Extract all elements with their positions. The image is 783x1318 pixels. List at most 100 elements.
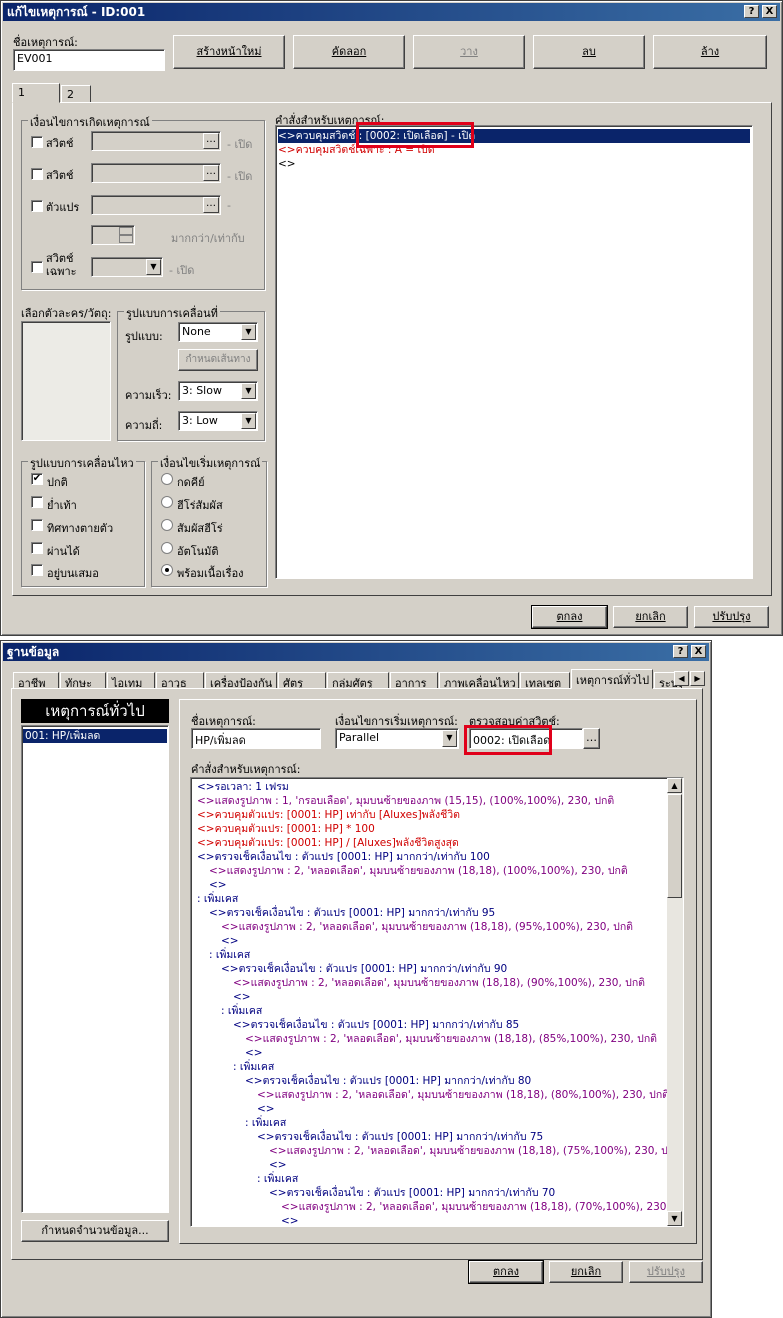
- option-stepping-checkbox[interactable]: [31, 496, 43, 508]
- trigger-autorun-radio[interactable]: [161, 542, 173, 554]
- trigger-player-touch-radio[interactable]: [161, 496, 173, 508]
- command-line[interactable]: <>ตรวจเช็คเงื่อนไข : ตัวแปร [0001: HP] ม…: [209, 906, 495, 920]
- trigger-select[interactable]: Parallel ▼: [335, 728, 459, 749]
- paste-button[interactable]: วาง: [413, 35, 525, 69]
- common-events-list[interactable]: 001: HP/เพิ่มลด: [21, 725, 169, 1213]
- list-item[interactable]: 001: HP/เพิ่มลด: [23, 729, 167, 743]
- clear-button[interactable]: ล้าง: [653, 35, 767, 69]
- spinner-up-icon[interactable]: [119, 227, 133, 235]
- event-name-input[interactable]: EV001: [13, 49, 165, 71]
- tab-db-8[interactable]: ภาพเคลื่อนไหว: [439, 672, 519, 689]
- command-list[interactable]: <>ควบคุมสวิตช์ : [0002: เปิดเลือด] - เปิ…: [275, 125, 753, 579]
- command-line[interactable]: <>: [278, 157, 296, 171]
- command-line[interactable]: <>: [269, 1158, 287, 1172]
- tab-db-3[interactable]: อาวุธ: [156, 672, 204, 689]
- command-line[interactable]: <>ควบคุมตัวแปร: [0001: HP] * 100: [197, 822, 375, 836]
- command-line[interactable]: <>แสดงรูปภาพ : 2, 'หลอดเลือด', มุมบนซ้าย…: [221, 920, 633, 934]
- command-line[interactable]: <>แสดงรูปภาพ : 2, 'หลอดเลือด', มุมบนซ้าย…: [209, 864, 628, 878]
- switch2-select[interactable]: …: [91, 163, 221, 183]
- tab-db-1[interactable]: ทักษะ: [60, 672, 106, 689]
- command-line[interactable]: <>ตรวจเช็คเงื่อนไข : ตัวแปร [0001: HP] ม…: [233, 1018, 519, 1032]
- command-line[interactable]: <>แสดงรูปภาพ : 2, 'หลอดเลือด', มุมบนซ้าย…: [245, 1032, 657, 1046]
- scroll-up-icon[interactable]: ▲: [667, 778, 682, 793]
- tab-page-2[interactable]: 2: [61, 85, 91, 103]
- copy-button[interactable]: คัดลอก: [293, 35, 405, 69]
- tab-db-5[interactable]: ศัตรู: [278, 672, 326, 689]
- command-line[interactable]: <>แสดงรูปภาพ : 2, 'หลอดเลือด', มุมบนซ้าย…: [269, 1144, 681, 1158]
- self-switch-checkbox[interactable]: [31, 261, 43, 273]
- movement-type-select[interactable]: None ▼: [178, 322, 258, 342]
- chevron-down-icon[interactable]: ▼: [442, 730, 457, 747]
- apply-button[interactable]: ปรับปรุง: [629, 1261, 703, 1283]
- delete-button[interactable]: ลบ: [533, 35, 645, 69]
- option-normal-checkbox[interactable]: ✔: [31, 473, 43, 485]
- tab-db-0[interactable]: อาชีพ: [13, 672, 59, 689]
- tab-page-1[interactable]: 1: [12, 83, 60, 103]
- tab-db-9[interactable]: เทลเซต: [520, 672, 570, 689]
- command-line[interactable]: <>ควบคุมตัวแปร: [0001: HP] เท่ากับ [Alux…: [197, 808, 460, 822]
- switch-select[interactable]: 0002: เปิดเลือด: [469, 728, 583, 749]
- trigger-action-radio[interactable]: [161, 473, 173, 485]
- switch1-browse-button[interactable]: …: [203, 133, 219, 149]
- command-line[interactable]: : เพิ่มเคส: [257, 1172, 298, 1186]
- tab-scroll-left-icon[interactable]: ◀: [674, 671, 689, 686]
- scroll-thumb[interactable]: [667, 794, 682, 898]
- new-page-button[interactable]: สร้างหน้าใหม่: [173, 35, 285, 69]
- ok-button[interactable]: ตกลง: [468, 1260, 544, 1284]
- command-line[interactable]: : เพิ่มเคส: [209, 948, 250, 962]
- close-button[interactable]: X: [691, 645, 706, 658]
- scroll-down-icon[interactable]: ▼: [667, 1211, 682, 1226]
- command-line[interactable]: <>: [209, 878, 227, 892]
- spinner-down-icon[interactable]: [119, 235, 133, 243]
- command-line[interactable]: <>ตรวจเช็คเงื่อนไข : ตัวแปร [0001: HP] ม…: [197, 850, 490, 864]
- tab-db-10[interactable]: เหตุการณ์ทั่วไป: [571, 669, 653, 689]
- option-direction-fix-checkbox[interactable]: [31, 519, 43, 531]
- command-line[interactable]: <>ตรวจเช็คเงื่อนไข : ตัวแปร [0001: HP] ม…: [245, 1074, 531, 1088]
- command-scrollbar[interactable]: ▲ ▼: [667, 778, 683, 1226]
- tab-db-6[interactable]: กลุ่มศัตรู: [327, 672, 389, 689]
- close-button[interactable]: X: [762, 5, 777, 18]
- command-line[interactable]: <>: [245, 1046, 263, 1060]
- command-line[interactable]: <>แสดงรูปภาพ : 2, 'หลอดเลือด', มุมบนซ้าย…: [257, 1088, 669, 1102]
- command-line[interactable]: <>: [221, 934, 239, 948]
- option-through-checkbox[interactable]: [31, 542, 43, 554]
- cancel-button[interactable]: ยกเลิก: [549, 1261, 623, 1283]
- help-button[interactable]: ?: [673, 645, 688, 658]
- tab-db-2[interactable]: ไอเทม: [107, 672, 155, 689]
- command-line[interactable]: <>ตรวจเช็คเงื่อนไข : ตัวแปร [0001: HP] ม…: [221, 962, 507, 976]
- command-line[interactable]: <>: [233, 990, 251, 1004]
- command-line[interactable]: <>ควบคุมตัวแปร: [0001: HP] / [Aluxes]พลั…: [197, 836, 459, 850]
- command-line[interactable]: <>ควบคุมสวิตช์เฉพาะ : A = เปิด: [278, 143, 435, 157]
- command-line[interactable]: : เพิ่มเคส: [233, 1060, 274, 1074]
- name-input[interactable]: HP/เพิ่มลด: [191, 728, 321, 749]
- switch1-checkbox[interactable]: [31, 136, 43, 148]
- chevron-down-icon[interactable]: ▼: [146, 259, 161, 275]
- trigger-parallel-radio[interactable]: [161, 564, 173, 576]
- option-always-on-top-checkbox[interactable]: [31, 564, 43, 576]
- ok-button[interactable]: ตกลง: [531, 605, 608, 629]
- switch2-checkbox[interactable]: [31, 168, 43, 180]
- command-line[interactable]: <>: [281, 1214, 299, 1226]
- chevron-down-icon[interactable]: ▼: [241, 324, 256, 340]
- variable-value-spinner[interactable]: [91, 225, 135, 245]
- variable-browse-button[interactable]: …: [203, 197, 219, 213]
- apply-button[interactable]: ปรับปรุง: [694, 606, 769, 628]
- command-line[interactable]: : เพิ่มเคส: [221, 1004, 262, 1018]
- command-line[interactable]: <>แสดงรูปภาพ : 2, 'หลอดเลือด', มุมบนซ้าย…: [233, 976, 645, 990]
- command-line[interactable]: <>แสดงรูปภาพ : 2, 'หลอดเลือด', มุมบนซ้าย…: [281, 1200, 683, 1214]
- command-line[interactable]: <>: [257, 1102, 275, 1116]
- frequency-select[interactable]: 3: Low ▼: [178, 411, 258, 431]
- tab-db-4[interactable]: เครื่องป้องกัน: [205, 672, 277, 689]
- switch-browse-button[interactable]: …: [583, 728, 600, 749]
- command-line[interactable]: <>รอเวลา: 1 เฟรม: [197, 780, 289, 794]
- command-line[interactable]: : เพิ่มเคส: [245, 1116, 286, 1130]
- speed-select[interactable]: 3: Slow ▼: [178, 381, 258, 401]
- graphic-preview[interactable]: [21, 321, 111, 441]
- command-list[interactable]: <>รอเวลา: 1 เฟรม <>แสดงรูปภาพ : 1, 'กรอบเ…: [190, 777, 684, 1227]
- set-count-button[interactable]: กำหนดจำนวนข้อมูล...: [21, 1220, 169, 1242]
- help-button[interactable]: ?: [744, 5, 759, 18]
- set-route-button[interactable]: กำหนดเส้นทาง: [178, 349, 258, 371]
- command-line[interactable]: <>แสดงรูปภาพ : 1, 'กรอบเลือด', มุมบนซ้าย…: [197, 794, 614, 808]
- command-line[interactable]: <>ควบคุมสวิตช์ : [0002: เปิดเลือด] - เปิ…: [278, 129, 750, 143]
- switch1-select[interactable]: …: [91, 131, 221, 151]
